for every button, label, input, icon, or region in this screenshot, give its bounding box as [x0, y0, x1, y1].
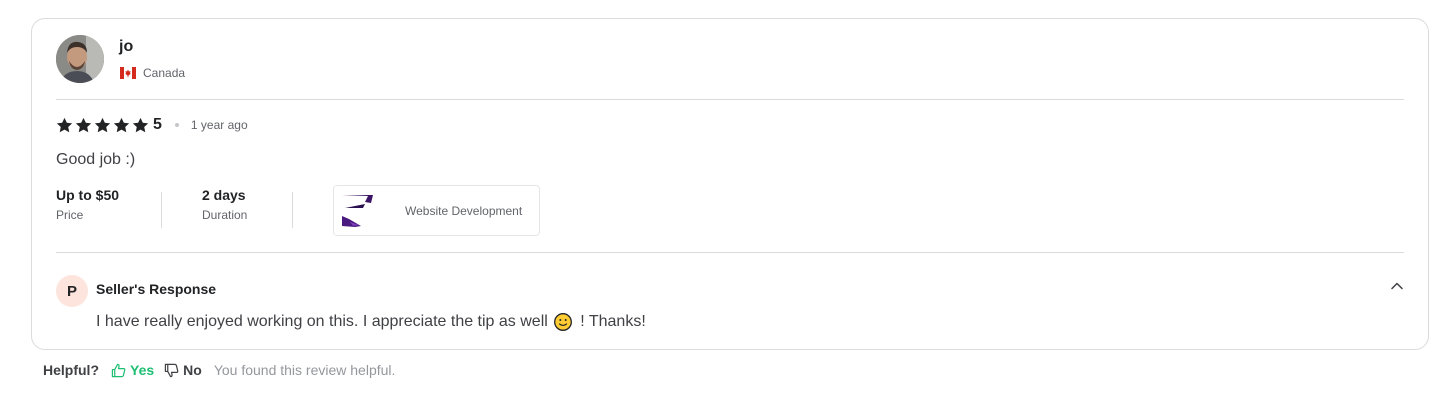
response-text-start: I have really enjoyed working on this. I… [96, 313, 548, 330]
gig-title: Website Development [405, 203, 523, 218]
duration-block: 2 days Duration [202, 187, 247, 222]
chevron-up-icon[interactable] [1390, 279, 1404, 293]
star-icon [113, 117, 130, 132]
duration-value: 2 days [202, 187, 246, 203]
price-value: Up to $50 [56, 187, 120, 203]
gig-thumbnail [335, 186, 387, 235]
review-card: jo Canada 5 1 year ago Good job :) Up to… [31, 18, 1429, 350]
helpful-no-button[interactable]: No [164, 362, 202, 378]
thumbs-down-icon [164, 363, 179, 377]
helpful-yes-button[interactable]: Yes [111, 362, 154, 378]
star-icon [94, 117, 111, 132]
helpful-row: Helpful? Yes No You found this review he… [43, 362, 395, 378]
meta-divider [292, 192, 293, 228]
reviewer-photo [56, 35, 104, 83]
star-icon [132, 117, 149, 132]
seller-avatar: P [56, 275, 88, 307]
country-name: Canada [143, 66, 186, 80]
response-divider [56, 252, 1404, 253]
meta-divider [161, 192, 162, 228]
star-icon [56, 117, 73, 132]
reviewer-name[interactable]: jo [119, 38, 133, 56]
review-text: Good job :) [56, 151, 136, 168]
seller-response-text: I have really enjoyed working on this. I… [96, 313, 646, 331]
helpful-yes-label: Yes [130, 362, 155, 378]
seller-response-title: Seller's Response [96, 281, 217, 297]
price-label: Price [56, 208, 84, 222]
star-rating [56, 117, 149, 134]
helpful-question: Helpful? [43, 362, 99, 378]
separator-dot [174, 123, 179, 127]
reviewer-avatar[interactable] [56, 35, 104, 83]
price-block: Up to $50 Price [56, 187, 119, 222]
helpful-no-label: No [183, 362, 202, 378]
rating-row: 5 1 year ago [56, 116, 248, 134]
star-icon [75, 117, 92, 132]
helpful-feedback-note: You found this review helpful. [213, 362, 396, 378]
canada-flag-icon [120, 67, 136, 79]
duration-label: Duration [202, 208, 248, 222]
rating-value: 5 [153, 116, 162, 133]
reviewer-country: Canada [120, 66, 185, 80]
review-date: 1 year ago [190, 118, 248, 132]
response-text-end: ! Thanks! [575, 313, 646, 330]
header-divider [56, 99, 1404, 100]
slightly-smiling-face-icon [553, 313, 572, 331]
gig-card[interactable]: Website Development [333, 185, 540, 236]
thumbs-up-icon [111, 363, 126, 377]
